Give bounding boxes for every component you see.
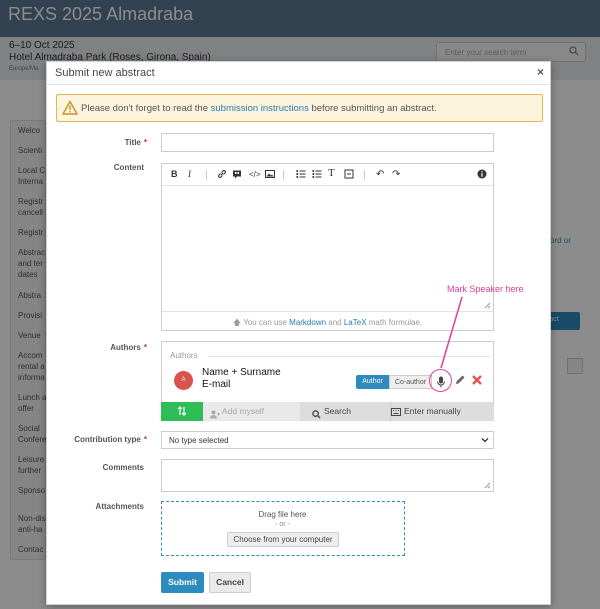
redo-icon[interactable]: ↷ [392,169,400,180]
enter-manually-label: Enter manually [404,406,461,416]
markdown-link[interactable]: Markdown [289,318,326,327]
authors-divider [208,356,490,357]
content-editor[interactable]: B I </> T ↶ ↷ 🡅 You can use Markdown and… [161,163,494,331]
warning-prefix: Please don't forget to read the [81,103,211,114]
help-suffix: math formulae. [366,318,423,327]
role-coauthor-button[interactable]: Co-author [389,375,432,389]
required-mark: * [143,343,147,352]
file-dropzone[interactable]: Drag file here - or - Choose from your c… [161,501,405,556]
resize-handle-icon[interactable] [483,301,491,309]
or-text: - or - [275,521,290,528]
unordered-list-icon[interactable] [312,169,322,182]
keyboard-icon [391,408,401,416]
submit-button[interactable]: Submit [161,572,204,593]
warning-suffix: before submitting an abstract. [308,103,437,114]
required-mark: * [143,435,147,444]
author-email: E-mail [202,379,231,390]
sort-authors-button[interactable] [161,402,203,421]
choose-file-button[interactable]: Choose from your computer [227,532,339,547]
link-icon[interactable] [217,169,227,182]
submit-abstract-dialog: Submit new abstract × Please don't forge… [46,61,551,605]
heading-icon[interactable]: T [328,168,335,179]
title-input[interactable] [161,133,494,152]
toolbar-divider [206,170,207,180]
annotation-label: Mark Speaker here [447,284,524,294]
chevron-down-icon [481,438,489,443]
avatar: A [174,371,193,390]
contribution-type-select[interactable]: No type selected [161,431,494,449]
image-icon[interactable] [265,169,275,182]
author-entry: Name + Surname E-mail [202,367,281,391]
indent-icon[interactable] [344,169,354,182]
authors-legend: Authors [170,351,198,360]
add-user-icon [210,407,220,426]
italic-icon[interactable]: I [188,169,191,180]
dialog-title: Submit new abstract [55,67,155,79]
submission-instructions-link[interactable]: submission instructions [211,103,309,114]
comments-label: Comments [102,463,144,472]
quote-icon[interactable] [232,169,242,182]
warning-text: Please don't forget to read the submissi… [81,103,437,114]
code-icon[interactable]: </> [249,169,261,180]
comments-textarea[interactable] [161,459,494,492]
attachments-label: Attachments [95,502,144,511]
warning-icon [62,100,78,116]
author-name: Name + Surname [202,367,281,378]
contribution-type-label: Contribution type * [47,435,147,444]
editor-help: 🡅 You can use Markdown and LaTeX math fo… [162,311,493,331]
enter-manually-button[interactable]: Enter manually [391,402,494,421]
microphone-icon[interactable] [435,375,447,389]
required-mark: * [143,138,147,147]
info-icon[interactable] [477,169,487,182]
authors-actions: Add myself Search Enter manually [161,402,494,421]
sort-icon [177,406,187,416]
title-label-text: Title [124,138,141,147]
warning-banner: Please don't forget to read the submissi… [56,94,543,122]
authors-label-text: Authors [110,343,141,352]
contribution-label-text: Contribution type [74,435,141,444]
help-prefix: You can use [243,318,290,327]
search-author-button[interactable]: Search [301,402,391,421]
add-myself-button[interactable]: Add myself [203,402,301,421]
contribution-type-value: No type selected [169,436,229,445]
help-and: and [326,318,344,327]
search-label: Search [324,406,351,416]
pencil-icon[interactable] [454,374,466,386]
editor-toolbar: B I </> T ↶ ↷ [162,164,493,186]
upload-arrow-icon: 🡅 [232,318,242,327]
undo-icon[interactable]: ↶ [376,169,384,180]
remove-icon[interactable] [471,374,483,386]
drag-file-text: Drag file here [258,510,307,519]
content-label: Content [113,163,144,172]
cancel-button[interactable]: Cancel [209,572,251,593]
role-author-button[interactable]: Author [356,375,389,389]
toolbar-divider [283,170,284,180]
title-label: Title * [47,138,147,147]
bold-icon[interactable]: B [171,169,178,180]
latex-link[interactable]: LaTeX [344,318,367,327]
dialog-divider [47,84,550,85]
toolbar-divider [364,170,365,180]
ordered-list-icon[interactable] [296,169,306,182]
search-icon [312,407,321,426]
add-myself-label: Add myself [222,406,265,416]
close-icon[interactable]: × [537,65,544,79]
authors-label: Authors * [47,343,147,352]
resize-handle-icon[interactable] [483,481,491,489]
